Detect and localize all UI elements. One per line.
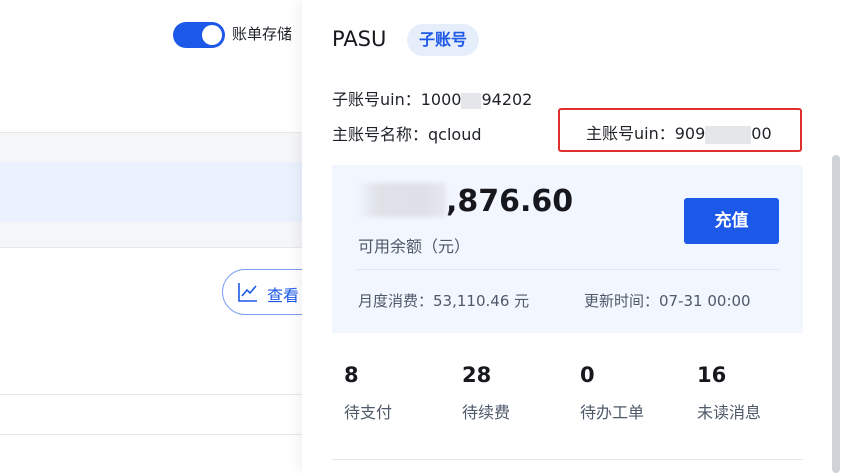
- main-name-label: 主账号名称：: [332, 125, 429, 144]
- main-uin-label: 主账号uin：: [586, 124, 675, 143]
- scrollbar-thumb[interactable]: [832, 155, 840, 473]
- background-page: 账单存储 查看: [0, 0, 332, 473]
- update-time: 更新时间：07-31 00:00: [584, 290, 751, 311]
- main-uin-value-end: 00: [751, 124, 772, 143]
- stat-value: 8: [344, 363, 359, 387]
- balance-label: 可用余额（元）: [358, 237, 471, 256]
- view-trend-label: 查看: [267, 286, 300, 305]
- account-name: PASU: [332, 27, 387, 51]
- table-footer-band: [0, 222, 302, 248]
- bill-storage-toggle[interactable]: [173, 22, 225, 48]
- stat-pending-payment[interactable]: 8 待支付: [344, 363, 392, 423]
- redaction-blur: [705, 125, 752, 144]
- stat-unread-messages[interactable]: 16 未读消息: [697, 363, 761, 423]
- main-uin-value-start: 909: [674, 124, 706, 143]
- sub-uin-label: 子账号uin：: [332, 90, 421, 109]
- stat-value: 16: [697, 363, 727, 387]
- recharge-button[interactable]: 充值: [684, 198, 779, 244]
- highlighted-row-band: [0, 162, 302, 222]
- stat-value: 0: [580, 363, 595, 387]
- monthly-cost-value: 53,110.46 元: [433, 292, 530, 310]
- stat-value: 28: [462, 363, 492, 387]
- sub-uin-value-start: 1000: [420, 90, 462, 109]
- redaction-blur: [461, 92, 482, 109]
- monthly-cost: 月度消费：53,110.46 元: [358, 290, 529, 311]
- sub-uin-value-end: 94202: [481, 90, 533, 109]
- available-balance: ,876.60: [356, 183, 573, 219]
- toggle-knob: [202, 25, 222, 45]
- redaction-blur: [356, 183, 446, 217]
- stat-pending-renewal[interactable]: 28 待续费: [462, 363, 510, 423]
- stat-pending-tickets[interactable]: 0 待办工单: [580, 363, 644, 423]
- divider: [0, 394, 302, 395]
- balance-value: ,876.60: [446, 184, 574, 219]
- stat-label: 待续费: [462, 403, 511, 422]
- sub-account-uin: 子账号uin：1000 94202: [332, 86, 532, 110]
- main-name-value: qcloud: [428, 125, 482, 144]
- stat-label: 未读消息: [697, 403, 762, 422]
- stat-label: 待支付: [344, 403, 393, 422]
- main-uin-highlight-box: 主账号uin：909 00: [558, 108, 802, 152]
- summary-divider: [356, 269, 779, 270]
- main-account-name: 主账号名称：qcloud: [332, 121, 482, 145]
- sub-account-tag: 子账号: [407, 24, 480, 56]
- divider: [332, 459, 803, 460]
- bill-storage-label: 账单存储: [232, 25, 293, 43]
- update-time-label: 更新时间：: [584, 292, 660, 310]
- divider: [0, 434, 302, 435]
- update-time-value: 07-31 00:00: [659, 292, 751, 310]
- main-account-uin: 主账号uin：909 00: [586, 120, 772, 144]
- monthly-cost-label: 月度消费：: [358, 292, 434, 310]
- account-panel: PASU 子账号 子账号uin：1000 94202 主账号名称：qcloud 主…: [302, 0, 844, 473]
- balance-summary-card: ,876.60 可用余额（元） 充值 月度消费：53,110.46 元 更新时间…: [332, 165, 803, 333]
- table-header-band: [0, 132, 302, 162]
- trend-chart-icon: [238, 283, 257, 302]
- stat-label: 待办工单: [580, 403, 645, 422]
